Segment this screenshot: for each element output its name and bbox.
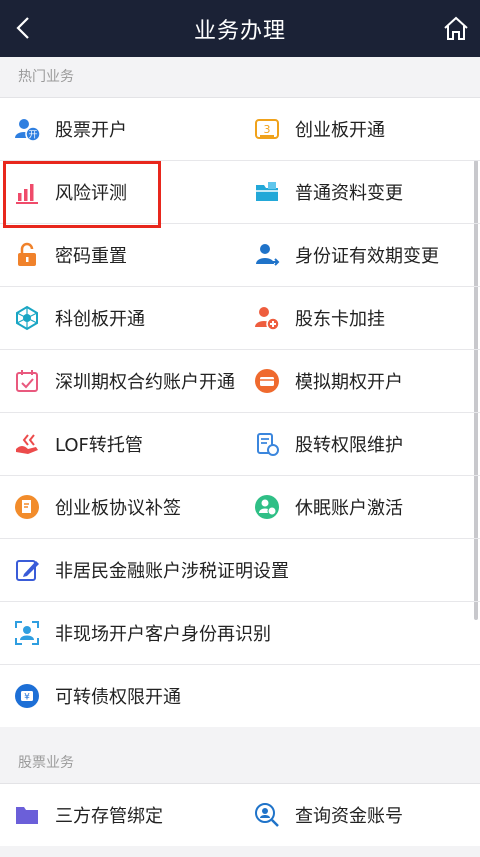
back-arrow-icon[interactable] bbox=[10, 14, 38, 42]
item-gem-open[interactable]: 3 创业板开通 bbox=[240, 98, 480, 160]
item-stock-account-open[interactable]: 开 股票开户 bbox=[0, 98, 240, 160]
list-row: 密码重置 身份证有效期变更 bbox=[0, 224, 480, 287]
item-mock-option-account[interactable]: 模拟期权开户 bbox=[240, 350, 480, 412]
svg-text:¥: ¥ bbox=[24, 693, 30, 703]
calendar-check-icon bbox=[14, 368, 40, 394]
yen-coin-icon: ¥ bbox=[14, 683, 40, 709]
edit-icon bbox=[14, 557, 40, 583]
user-add-icon bbox=[254, 305, 280, 331]
item-sz-option-account[interactable]: 深圳期权合约账户开通 bbox=[0, 350, 240, 412]
list-row: ¥ 可转债权限开通 bbox=[0, 665, 480, 727]
item-lof-transfer[interactable]: LOF转托管 bbox=[0, 413, 240, 475]
hot-business-list: 开 股票开户 3 创业板开通 风险评测 普通资料变更 密码重置 身份证有效期变更 bbox=[0, 98, 480, 727]
item-label: 非居民金融账户涉税证明设置 bbox=[55, 561, 289, 582]
list-row: 开 股票开户 3 创业板开通 bbox=[0, 98, 480, 161]
lock-icon bbox=[14, 242, 40, 268]
item-depository-bind[interactable]: 三方存管绑定 bbox=[0, 784, 240, 846]
item-shareholder-card-add[interactable]: 股东卡加挂 bbox=[240, 287, 480, 349]
section-gap bbox=[0, 727, 480, 743]
item-label: 股东卡加挂 bbox=[295, 309, 385, 330]
network-icon bbox=[14, 305, 40, 331]
item-dormant-activate[interactable]: 休眠账户激活 bbox=[240, 476, 480, 538]
item-star-board-open[interactable]: 科创板开通 bbox=[0, 287, 240, 349]
svg-text:开: 开 bbox=[28, 130, 37, 141]
list-row: 深圳期权合约账户开通 模拟期权开户 bbox=[0, 350, 480, 413]
item-transfer-permission[interactable]: 股转权限维护 bbox=[240, 413, 480, 475]
item-label: LOF转托管 bbox=[55, 435, 143, 456]
card-icon bbox=[254, 368, 280, 394]
item-label: 查询资金账号 bbox=[295, 806, 403, 827]
list-row: 非现场开户客户身份再识别 bbox=[0, 602, 480, 665]
item-label: 普通资料变更 bbox=[295, 183, 403, 204]
page-title: 业务办理 bbox=[193, 18, 286, 44]
item-label: 非现场开户客户身份再识别 bbox=[55, 624, 271, 645]
folder-icon bbox=[14, 802, 40, 828]
item-label: 三方存管绑定 bbox=[55, 806, 163, 827]
home-icon[interactable] bbox=[442, 14, 470, 42]
item-label: 股票开户 bbox=[55, 120, 127, 141]
item-gem-agreement[interactable]: 创业板协议补签 bbox=[0, 476, 240, 538]
item-query-fund-account[interactable]: 查询资金账号 bbox=[240, 784, 480, 846]
folder-icon bbox=[254, 179, 280, 205]
document-refresh-icon bbox=[254, 431, 280, 457]
item-label: 密码重置 bbox=[55, 246, 127, 267]
section-title-stock: 股票业务 bbox=[0, 743, 480, 784]
item-non-resident-tax[interactable]: 非居民金融账户涉税证明设置 bbox=[0, 539, 480, 601]
face-scan-icon bbox=[14, 620, 40, 646]
list-row: LOF转托管 股转权限维护 bbox=[0, 413, 480, 476]
item-label: 深圳期权合约账户开通 bbox=[55, 372, 235, 393]
item-label: 模拟期权开户 bbox=[295, 372, 403, 393]
user-search-icon bbox=[254, 802, 280, 828]
list-row: 创业板协议补签 休眠账户激活 bbox=[0, 476, 480, 539]
user-clock-icon bbox=[254, 494, 280, 520]
item-label: 休眠账户激活 bbox=[295, 498, 403, 519]
list-row: 风险评测 普通资料变更 bbox=[0, 161, 480, 228]
item-label: 身份证有效期变更 bbox=[295, 246, 439, 267]
item-convertible-bond[interactable]: ¥ 可转债权限开通 bbox=[0, 665, 480, 727]
item-label: 创业板开通 bbox=[295, 120, 385, 141]
list-row: 科创板开通 股东卡加挂 bbox=[0, 287, 480, 350]
item-label: 股转权限维护 bbox=[295, 435, 403, 456]
item-remote-reidentify[interactable]: 非现场开户客户身份再识别 bbox=[0, 602, 480, 664]
list-row: 非居民金融账户涉税证明设置 bbox=[0, 539, 480, 602]
document-sign-icon bbox=[14, 494, 40, 520]
item-id-expiry-change[interactable]: 身份证有效期变更 bbox=[240, 224, 480, 286]
item-label: 可转债权限开通 bbox=[55, 687, 181, 708]
user-transfer-icon bbox=[254, 242, 280, 268]
section-title-hot: 热门业务 bbox=[0, 57, 480, 98]
svg-text:3: 3 bbox=[264, 123, 271, 136]
stock-business-list: 三方存管绑定 查询资金账号 bbox=[0, 784, 480, 846]
header-bar: 业务办理 bbox=[0, 0, 480, 57]
user-open-icon: 开 bbox=[14, 116, 40, 142]
bar-chart-icon bbox=[14, 179, 40, 205]
item-password-reset[interactable]: 密码重置 bbox=[0, 224, 240, 286]
hand-money-icon bbox=[14, 431, 40, 457]
list-row: 三方存管绑定 查询资金账号 bbox=[0, 784, 480, 846]
item-risk-assessment[interactable]: 风险评测 bbox=[0, 161, 240, 223]
item-label: 风险评测 bbox=[55, 183, 127, 204]
item-label: 科创板开通 bbox=[55, 309, 145, 330]
item-info-change[interactable]: 普通资料变更 bbox=[240, 161, 480, 223]
item-label: 创业板协议补签 bbox=[55, 498, 181, 519]
gem-board-icon: 3 bbox=[254, 116, 280, 142]
